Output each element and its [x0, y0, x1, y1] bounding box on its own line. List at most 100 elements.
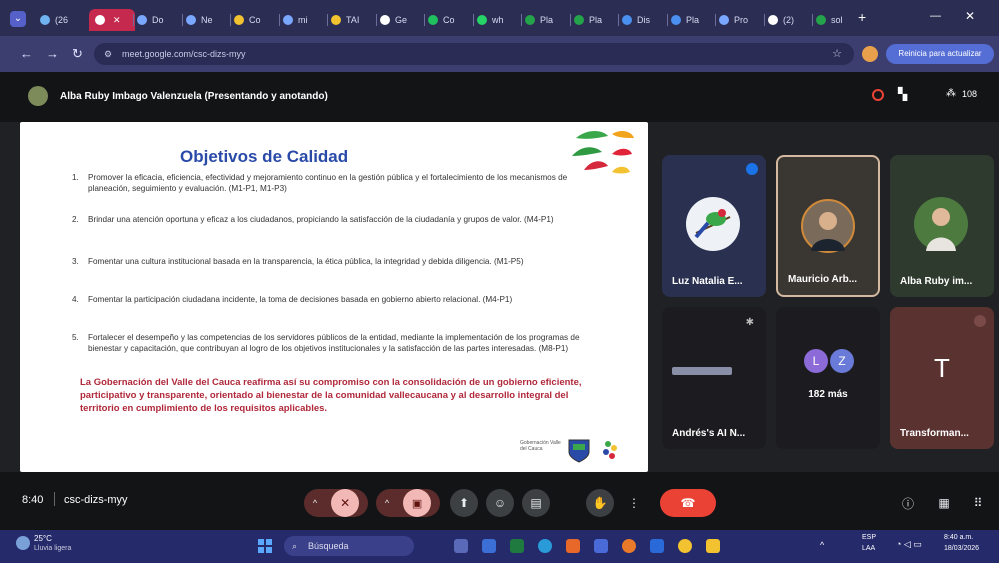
- tab-label: TAI: [346, 15, 360, 25]
- store-icon[interactable]: [594, 539, 608, 553]
- more-vert-icon: ⋮: [628, 496, 640, 510]
- people-icon[interactable]: ⁂: [946, 88, 956, 99]
- weather-desc: Lluvia ligera: [34, 545, 72, 552]
- participant-tile[interactable]: ✱ Andrés's AI N...: [662, 307, 766, 449]
- meeting-info-button[interactable]: ⓘ: [896, 489, 920, 517]
- browser-tab[interactable]: Do: [137, 9, 179, 31]
- bird-icon: [694, 209, 731, 239]
- browser-tab[interactable]: Ne: [186, 9, 228, 31]
- browser-tab[interactable]: Co: [234, 9, 276, 31]
- tab-label: Dis: [637, 15, 650, 25]
- browser-tab[interactable]: sol: [816, 9, 858, 31]
- captions-button[interactable]: ▤: [522, 489, 550, 517]
- task-view-icon[interactable]: [454, 539, 468, 553]
- presenter-label: Alba Ruby Imbago Valenzuela (Presentando…: [60, 91, 328, 102]
- office-icon[interactable]: [566, 539, 580, 553]
- forward-icon[interactable]: →: [46, 46, 59, 61]
- browser-tab[interactable]: Ge: [380, 9, 422, 31]
- chevron-up-icon[interactable]: ^: [313, 498, 317, 508]
- chrome-icon[interactable]: [678, 539, 692, 553]
- site-info-icon[interactable]: ⚙: [104, 43, 112, 65]
- person-photo-icon: [926, 208, 956, 251]
- reload-icon[interactable]: ↻: [72, 46, 83, 62]
- browser-tab[interactable]: mi: [283, 9, 325, 31]
- language-bottom[interactable]: LAA: [862, 545, 875, 552]
- avatar: [801, 199, 855, 253]
- participant-tile[interactable]: Luz Natalia E...: [662, 155, 766, 297]
- more-participants-label: 182 más: [808, 389, 848, 400]
- language-top[interactable]: ESP: [862, 534, 876, 541]
- objective-item: 5. Fortalecer el desempeño y las compete…: [72, 332, 602, 354]
- bookmark-star-icon[interactable]: ☆: [832, 43, 842, 65]
- reactions-button[interactable]: ☺: [486, 489, 514, 517]
- tab-separator: [570, 14, 571, 26]
- back-icon[interactable]: ←: [20, 46, 33, 61]
- wifi-volume-battery-icon[interactable]: ◔ ◁ ▭: [896, 539, 922, 550]
- muted-mic-icon: [974, 315, 986, 327]
- chat-button[interactable]: ▦: [932, 489, 956, 517]
- objective-text: Promover la eficacia, eficiencia, efecti…: [88, 173, 568, 193]
- more-options-button[interactable]: ⋮: [624, 489, 644, 517]
- browser-tab[interactable]: Pla: [525, 9, 567, 31]
- more-participants-tile[interactable]: L Z 182 más: [776, 307, 880, 449]
- excel-icon[interactable]: [510, 539, 524, 553]
- participant-tile[interactable]: Alba Ruby im...: [890, 155, 994, 297]
- tab-label: mi: [298, 15, 308, 25]
- edge-icon[interactable]: [538, 539, 552, 553]
- participant-name: Transforman...: [900, 428, 969, 439]
- minimize-icon[interactable]: —: [930, 10, 941, 22]
- camera-off-icon[interactable]: ▣: [403, 489, 432, 517]
- browser-tab[interactable]: (26: [40, 9, 82, 31]
- tab-label: Co: [249, 15, 261, 25]
- tab-separator: [473, 14, 474, 26]
- browser-tab[interactable]: Co: [428, 9, 470, 31]
- profile-avatar[interactable]: [862, 46, 878, 62]
- tab-separator: [230, 14, 231, 26]
- present-button[interactable]: ⬆: [450, 489, 478, 517]
- mic-toggle-button[interactable]: ^ ✕: [304, 489, 368, 517]
- camera-toggle-button[interactable]: ^ ▣: [376, 489, 440, 517]
- browser-tab[interactable]: Pla: [671, 9, 713, 31]
- browser-tab[interactable]: (2): [768, 9, 810, 31]
- avatar: Z: [830, 349, 854, 373]
- chat-icon: ▦: [938, 496, 950, 510]
- close-window-icon[interactable]: ✕: [965, 9, 975, 23]
- update-button[interactable]: Reinicia para actualizar: [886, 44, 994, 64]
- windows-start-icon[interactable]: [258, 539, 272, 553]
- new-tab-button[interactable]: +: [858, 9, 866, 25]
- tab-separator: [279, 14, 280, 26]
- tab-label: Pro: [734, 15, 749, 25]
- raise-hand-button[interactable]: ✋: [586, 489, 614, 517]
- chevron-up-icon[interactable]: ^: [385, 498, 389, 508]
- objective-item: 2. Brindar una atención oportuna y efica…: [72, 214, 602, 225]
- browser-tab[interactable]: wh: [477, 9, 519, 31]
- browser-tab[interactable]: TAI: [331, 9, 373, 31]
- tab-search-icon[interactable]: ⌄: [10, 11, 26, 27]
- clock-date[interactable]: 18/03/2026: [944, 545, 979, 552]
- search-placeholder: Búsqueda: [308, 541, 349, 551]
- tab-label: Ge: [395, 15, 408, 25]
- firefox-icon[interactable]: [622, 539, 636, 553]
- taskbar-search-input[interactable]: ⌕ Búsqueda: [284, 536, 414, 556]
- objective-item: 4. Fomentar la participación ciudadana i…: [72, 294, 602, 305]
- mic-off-icon[interactable]: ✕: [331, 489, 360, 517]
- file-explorer-icon[interactable]: [706, 539, 720, 553]
- tray-chevron-icon[interactable]: ^: [820, 540, 824, 550]
- teams-icon[interactable]: [482, 539, 496, 553]
- tab-separator: [327, 14, 328, 26]
- weather-temp: 25°C: [34, 534, 52, 543]
- close-tab-icon[interactable]: ✕: [113, 15, 121, 26]
- url-input[interactable]: ⚙ meet.google.com/csc-dizs-myy ☆: [94, 43, 854, 65]
- browser-tab[interactable]: Pro: [719, 9, 761, 31]
- activities-button[interactable]: ⠿: [966, 489, 990, 517]
- browser-tab[interactable]: Dis: [622, 9, 664, 31]
- participant-tile[interactable]: Mauricio Arb...: [776, 155, 880, 297]
- outlook-icon[interactable]: [650, 539, 664, 553]
- participant-tile[interactable]: T Transforman...: [890, 307, 994, 449]
- leave-call-button[interactable]: ☎: [660, 489, 716, 517]
- browser-tab[interactable]: Pla: [574, 9, 616, 31]
- browser-tab[interactable]: ✕: [89, 9, 135, 31]
- tab-favicon-icon: [574, 15, 584, 25]
- clock-time[interactable]: 8:40 a.m.: [944, 534, 973, 541]
- layout-icon[interactable]: ▚: [898, 87, 907, 101]
